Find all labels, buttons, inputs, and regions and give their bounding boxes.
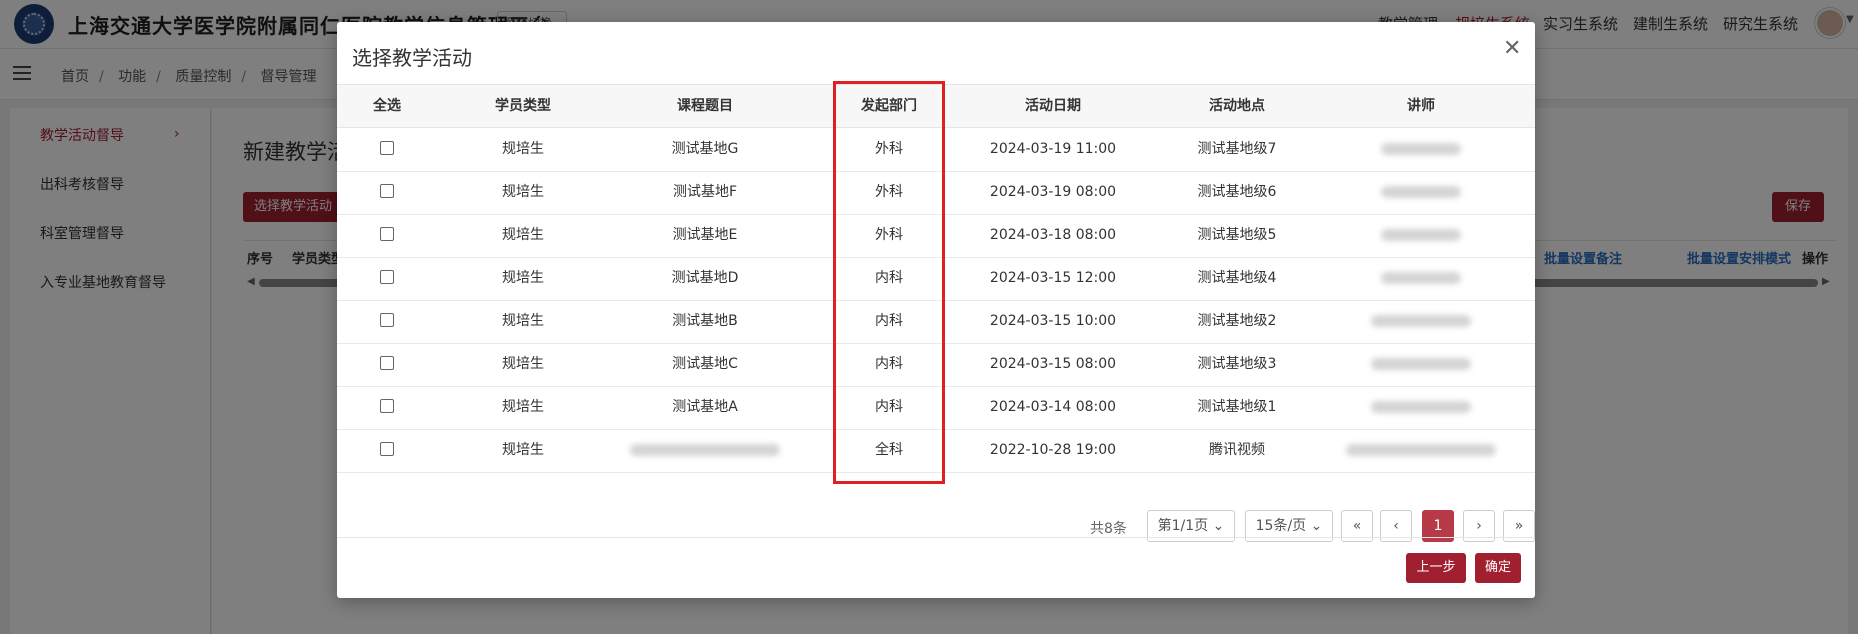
confirm-button[interactable]: 确定 [1475,553,1521,583]
row-checkbox[interactable] [337,343,437,385]
cell-student-type: 规培生 [502,270,544,286]
cell-lecturer [1321,300,1521,342]
cell-location: 测试基地级5 [1197,227,1277,243]
row-checkbox[interactable] [337,300,437,342]
cell-lecturer [1321,386,1521,428]
redacted-text [1381,186,1461,198]
redacted-text [1381,272,1461,284]
checkbox[interactable] [380,312,394,327]
cell-lecturer [1321,171,1521,213]
cell-department: 内科 [875,356,903,372]
cell-date: 2024-03-19 08:00 [989,184,1117,200]
checkbox[interactable] [380,355,394,370]
cell-location: 测试基地级2 [1197,313,1277,329]
checkbox[interactable] [380,183,394,198]
table-row[interactable]: 规培生 全科 2022-10-28 19:00 腾讯视频 [337,429,1535,473]
cell-student-type: 规培生 [502,356,544,372]
redacted-text [1371,358,1471,370]
checkbox[interactable] [380,441,394,456]
cell-location: 测试基地级7 [1197,141,1277,157]
cell-student-type: 规培生 [502,141,544,157]
cell-student-type: 规培生 [502,399,544,415]
cell-department: 外科 [875,227,903,243]
cell-student-type: 规培生 [502,227,544,243]
cell-location: 测试基地级1 [1197,399,1277,415]
modal-footer-divider [337,537,1535,538]
checkbox[interactable] [380,140,394,155]
table-row[interactable]: 规培生 测试基地G 外科 2024-03-19 11:00 测试基地级7 [337,128,1535,172]
redacted-text [1371,315,1471,327]
row-checkbox[interactable] [337,386,437,428]
cell-course: 测试基地A [672,399,738,415]
cell-lecturer [1321,429,1521,471]
cell-course: 测试基地F [672,184,738,200]
modal-title: 选择教学活动 [352,46,472,70]
cell-location: 测试基地级6 [1197,184,1277,200]
row-checkbox[interactable] [337,128,437,170]
redacted-text [1381,229,1461,241]
close-icon[interactable]: ✕ [1503,36,1521,61]
cell-location: 测试基地级3 [1197,356,1277,372]
cell-date: 2024-03-18 08:00 [989,227,1117,243]
table-row[interactable]: 规培生 测试基地B 内科 2024-03-15 10:00 测试基地级2 [337,300,1535,344]
select-activity-modal: 选择教学活动 ✕ 全选 学员类型 课程题目 发起部门 活动日期 活动地点 讲师 … [337,22,1535,598]
cell-date: 2024-03-15 10:00 [989,313,1117,329]
previous-step-button[interactable]: 上一步 [1406,553,1466,583]
checkbox[interactable] [380,226,394,241]
column-header-department: 发起部门 [861,98,917,114]
cell-lecturer [1321,343,1521,385]
cell-date: 2024-03-14 08:00 [989,399,1117,415]
column-header-select-all[interactable]: 全选 [337,85,437,127]
cell-department: 内科 [875,313,903,329]
column-header-student-type: 学员类型 [495,98,551,114]
column-header-location: 活动地点 [1209,98,1265,114]
cell-date: 2024-03-15 08:00 [989,356,1117,372]
cell-department: 外科 [875,141,903,157]
table-row[interactable]: 规培生 测试基地D 内科 2024-03-15 12:00 测试基地级4 [337,257,1535,301]
row-checkbox[interactable] [337,429,437,471]
cell-course [609,429,801,471]
cell-department: 内科 [875,270,903,286]
cell-location: 腾讯视频 [1209,442,1265,458]
cell-course: 测试基地D [671,270,739,286]
redacted-text [1381,143,1461,155]
table-row[interactable]: 规培生 测试基地A 内科 2024-03-14 08:00 测试基地级1 [337,386,1535,430]
column-header-course: 课程题目 [677,98,733,114]
cell-course: 测试基地E [672,227,738,243]
cell-date: 2022-10-28 19:00 [989,442,1117,458]
table-row[interactable]: 规培生 测试基地C 内科 2024-03-15 08:00 测试基地级3 [337,343,1535,387]
cell-student-type: 规培生 [502,184,544,200]
cell-course: 测试基地C [672,356,738,372]
cell-course: 测试基地B [672,313,738,329]
table-row[interactable]: 规培生 测试基地F 外科 2024-03-19 08:00 测试基地级6 [337,171,1535,215]
cell-date: 2024-03-15 12:00 [989,270,1117,286]
table-row[interactable]: 规培生 测试基地E 外科 2024-03-18 08:00 测试基地级5 [337,214,1535,258]
table-header-row: 全选 学员类型 课程题目 发起部门 活动日期 活动地点 讲师 [337,85,1535,128]
row-checkbox[interactable] [337,257,437,299]
cell-student-type: 规培生 [502,313,544,329]
cell-department: 外科 [875,184,903,200]
column-header-lecturer: 讲师 [1407,98,1435,114]
checkbox[interactable] [380,398,394,413]
pagination-total: 共8条 [1090,521,1127,537]
cell-lecturer [1321,214,1521,256]
cell-location: 测试基地级4 [1197,270,1277,286]
cell-course: 测试基地G [671,141,739,157]
redacted-text [1371,401,1471,413]
cell-department: 内科 [875,399,903,415]
cell-lecturer [1321,128,1521,170]
redacted-text [630,444,780,456]
column-header-date: 活动日期 [1025,98,1081,114]
redacted-text [1346,444,1496,456]
row-checkbox[interactable] [337,214,437,256]
cell-department: 全科 [875,442,903,458]
row-checkbox[interactable] [337,171,437,213]
checkbox[interactable] [380,269,394,284]
cell-lecturer [1321,257,1521,299]
cell-student-type: 规培生 [502,442,544,458]
cell-date: 2024-03-19 11:00 [989,141,1117,157]
